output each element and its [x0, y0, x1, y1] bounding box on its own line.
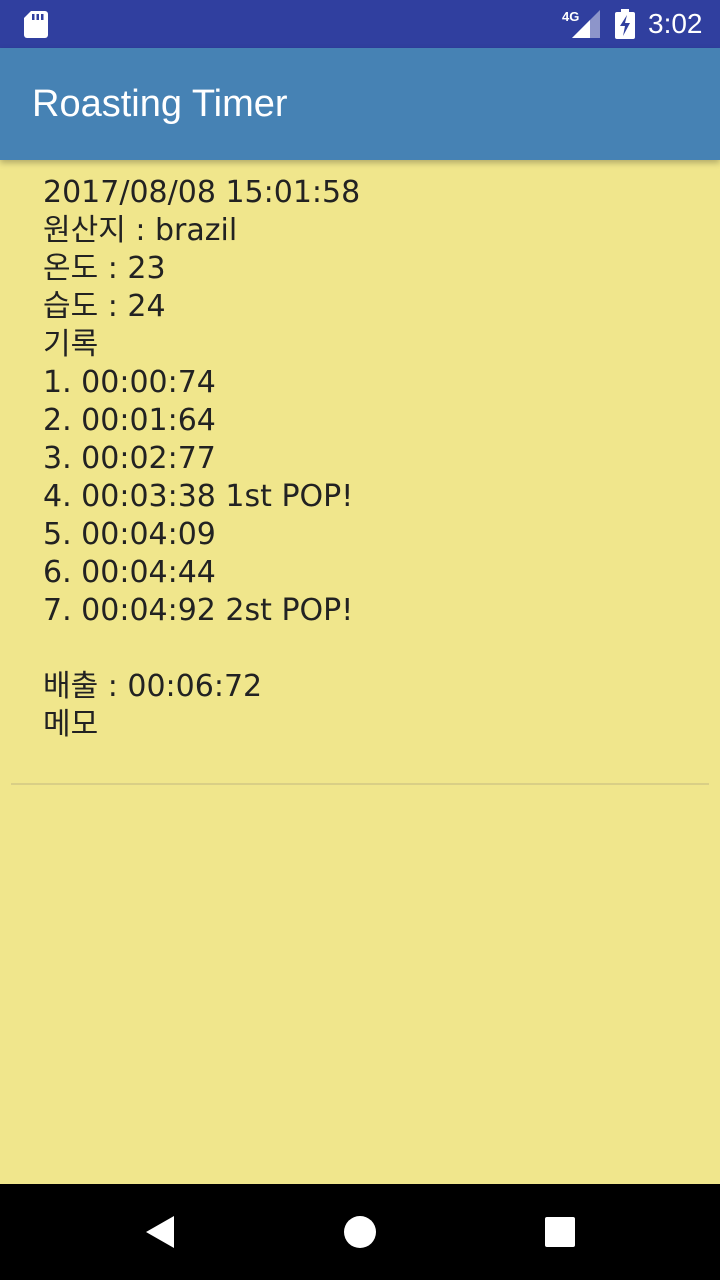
back-button[interactable] [124, 1196, 196, 1268]
roasting-record: 2017/08/08 15:01:58 원산지 : brazil 온도 : 23… [43, 174, 693, 744]
record-temperature: 온도 : 23 [43, 251, 166, 286]
lap-entry: 3. 00:02:77 [43, 441, 216, 476]
home-button[interactable] [324, 1196, 396, 1268]
record-log-label: 기록 [43, 327, 99, 362]
sd-card-icon [24, 11, 48, 38]
network-type-label: 4G [562, 9, 579, 24]
back-icon [146, 1216, 174, 1248]
lap-entry: 2. 00:01:64 [43, 403, 216, 438]
status-bar: 4G 3:02 [0, 0, 720, 48]
recent-apps-icon [545, 1217, 575, 1247]
lap-entry: 6. 00:04:44 [43, 555, 216, 590]
app-bar: Roasting Timer [0, 48, 720, 160]
navigation-bar [0, 1184, 720, 1280]
battery-charging-icon [614, 9, 636, 39]
app-title: Roasting Timer [32, 83, 288, 125]
divider [11, 783, 709, 785]
lap-entry: 1. 00:00:74 [43, 365, 216, 400]
recent-apps-button[interactable] [524, 1196, 596, 1268]
record-humidity: 습도 : 24 [43, 289, 166, 324]
record-origin: 원산지 : brazil [43, 213, 238, 248]
lap-entry: 4. 00:03:38 1st POP! [43, 479, 354, 514]
status-clock: 3:02 [648, 8, 703, 39]
record-memo-label: 메모 [43, 707, 99, 742]
lap-entry: 7. 00:04:92 2st POP! [43, 593, 354, 628]
record-datetime: 2017/08/08 15:01:58 [43, 175, 361, 210]
lap-entry: 5. 00:04:09 [43, 517, 216, 552]
home-icon [344, 1216, 376, 1248]
cellular-signal-icon: 4G [562, 8, 602, 40]
record-discharge: 배출 : 00:06:72 [43, 669, 263, 704]
